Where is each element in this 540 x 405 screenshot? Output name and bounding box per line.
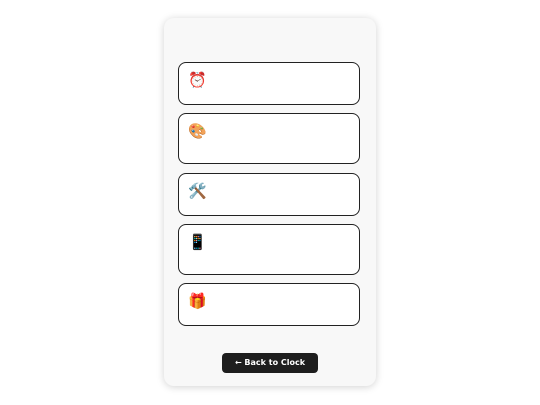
alarm-clock-icon: ⏰ — [188, 71, 207, 89]
menu-card-tools[interactable]: 🛠️ — [178, 173, 360, 216]
menu-panel: ⏰ 🎨 🛠️ 📱 🎁 ← Back to Clock — [164, 18, 376, 386]
palette-icon: 🎨 — [188, 122, 207, 140]
page: ⏰ 🎨 🛠️ 📱 🎁 ← Back to Clock — [0, 0, 540, 405]
gift-icon: 🎁 — [188, 292, 207, 310]
back-to-clock-button[interactable]: ← Back to Clock — [222, 353, 318, 373]
menu-card-theme[interactable]: 🎨 — [178, 113, 360, 164]
tools-icon: 🛠️ — [188, 182, 207, 200]
menu-card-gift[interactable]: 🎁 — [178, 283, 360, 326]
mobile-phone-icon: 📱 — [188, 233, 207, 251]
menu-card-mobile[interactable]: 📱 — [178, 224, 360, 275]
menu-card-alarm[interactable]: ⏰ — [178, 62, 360, 105]
